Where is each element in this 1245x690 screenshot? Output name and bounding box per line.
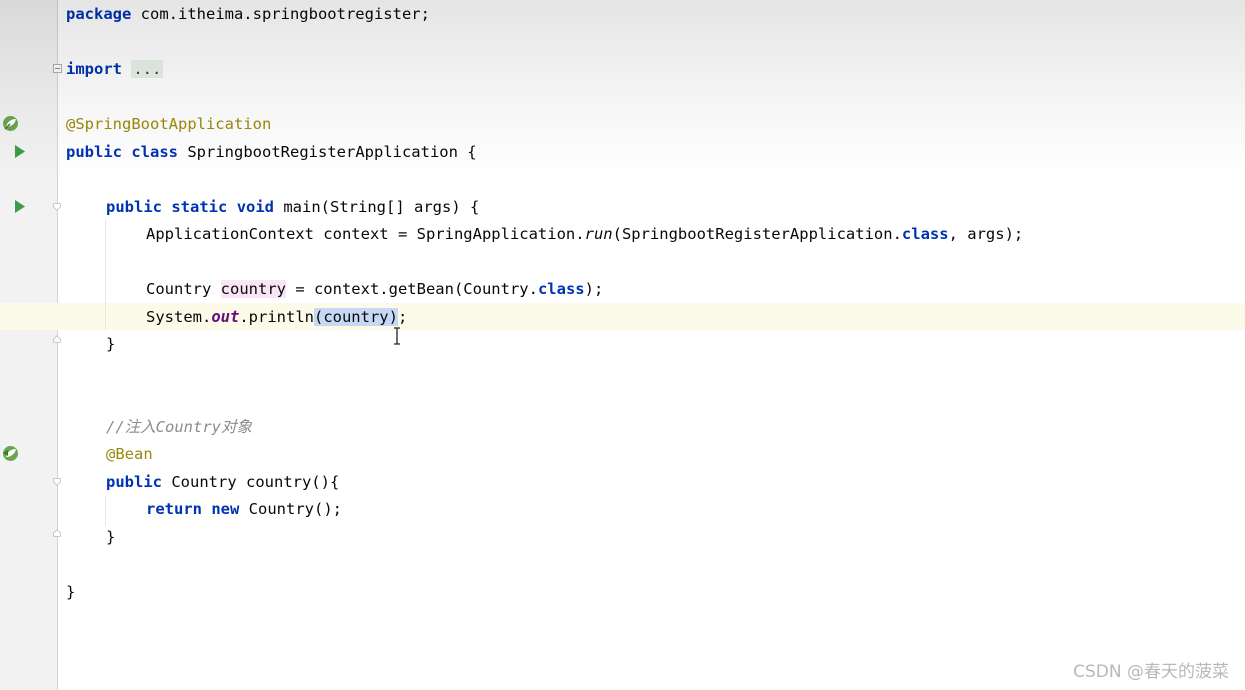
fold-icon[interactable] — [52, 335, 62, 343]
code-line-bean-method[interactable]: public Country country(){ — [106, 469, 339, 496]
code-line-close-class[interactable]: } — [66, 579, 75, 606]
fold-icon[interactable] — [52, 478, 62, 486]
code-line-context[interactable]: ApplicationContext context = SpringAppli… — [146, 221, 1023, 248]
editor-gutter[interactable] — [0, 0, 58, 690]
watermark: CSDN @春天的菠菜 — [1073, 662, 1229, 682]
code-line-class-decl[interactable]: public class SpringbootRegisterApplicati… — [66, 139, 477, 166]
code-line-package[interactable]: package com.itheima.springbootregister; — [66, 1, 430, 28]
folded-imports[interactable]: ... — [131, 60, 164, 78]
code-line-comment[interactable]: //注入Country对象 — [106, 414, 252, 441]
indent-guide — [105, 496, 106, 526]
code-line-getbean[interactable]: Country country = context.getBean(Countr… — [146, 276, 603, 303]
code-line-annotation[interactable]: @SpringBootApplication — [66, 111, 271, 138]
code-line-bean-annotation[interactable]: @Bean — [106, 441, 153, 468]
code-line-close-main[interactable]: } — [106, 331, 115, 358]
text-cursor-icon — [394, 327, 400, 345]
code-editor[interactable]: package com.itheima.springbootregister; … — [0, 0, 1245, 690]
indent-guide — [105, 220, 106, 330]
code-line-close-bean[interactable]: } — [106, 524, 115, 551]
text-selection[interactable]: (country) — [313, 308, 398, 326]
variable-highlight: country — [220, 280, 286, 298]
run-icon[interactable] — [14, 200, 26, 213]
code-line-main-decl[interactable]: public static void main(String[] args) { — [106, 194, 479, 221]
fold-icon[interactable] — [52, 529, 62, 537]
spring-bean-icon[interactable] — [1, 114, 20, 133]
code-line-return[interactable]: return new Country(); — [146, 496, 342, 523]
fold-icon[interactable] — [53, 64, 62, 73]
fold-icon[interactable] — [52, 203, 62, 211]
code-line-import[interactable]: import ... — [66, 56, 164, 83]
run-icon[interactable] — [14, 145, 26, 158]
code-line-println[interactable]: System.out.println(country); — [146, 304, 407, 331]
spring-bean-icon[interactable] — [1, 444, 20, 463]
